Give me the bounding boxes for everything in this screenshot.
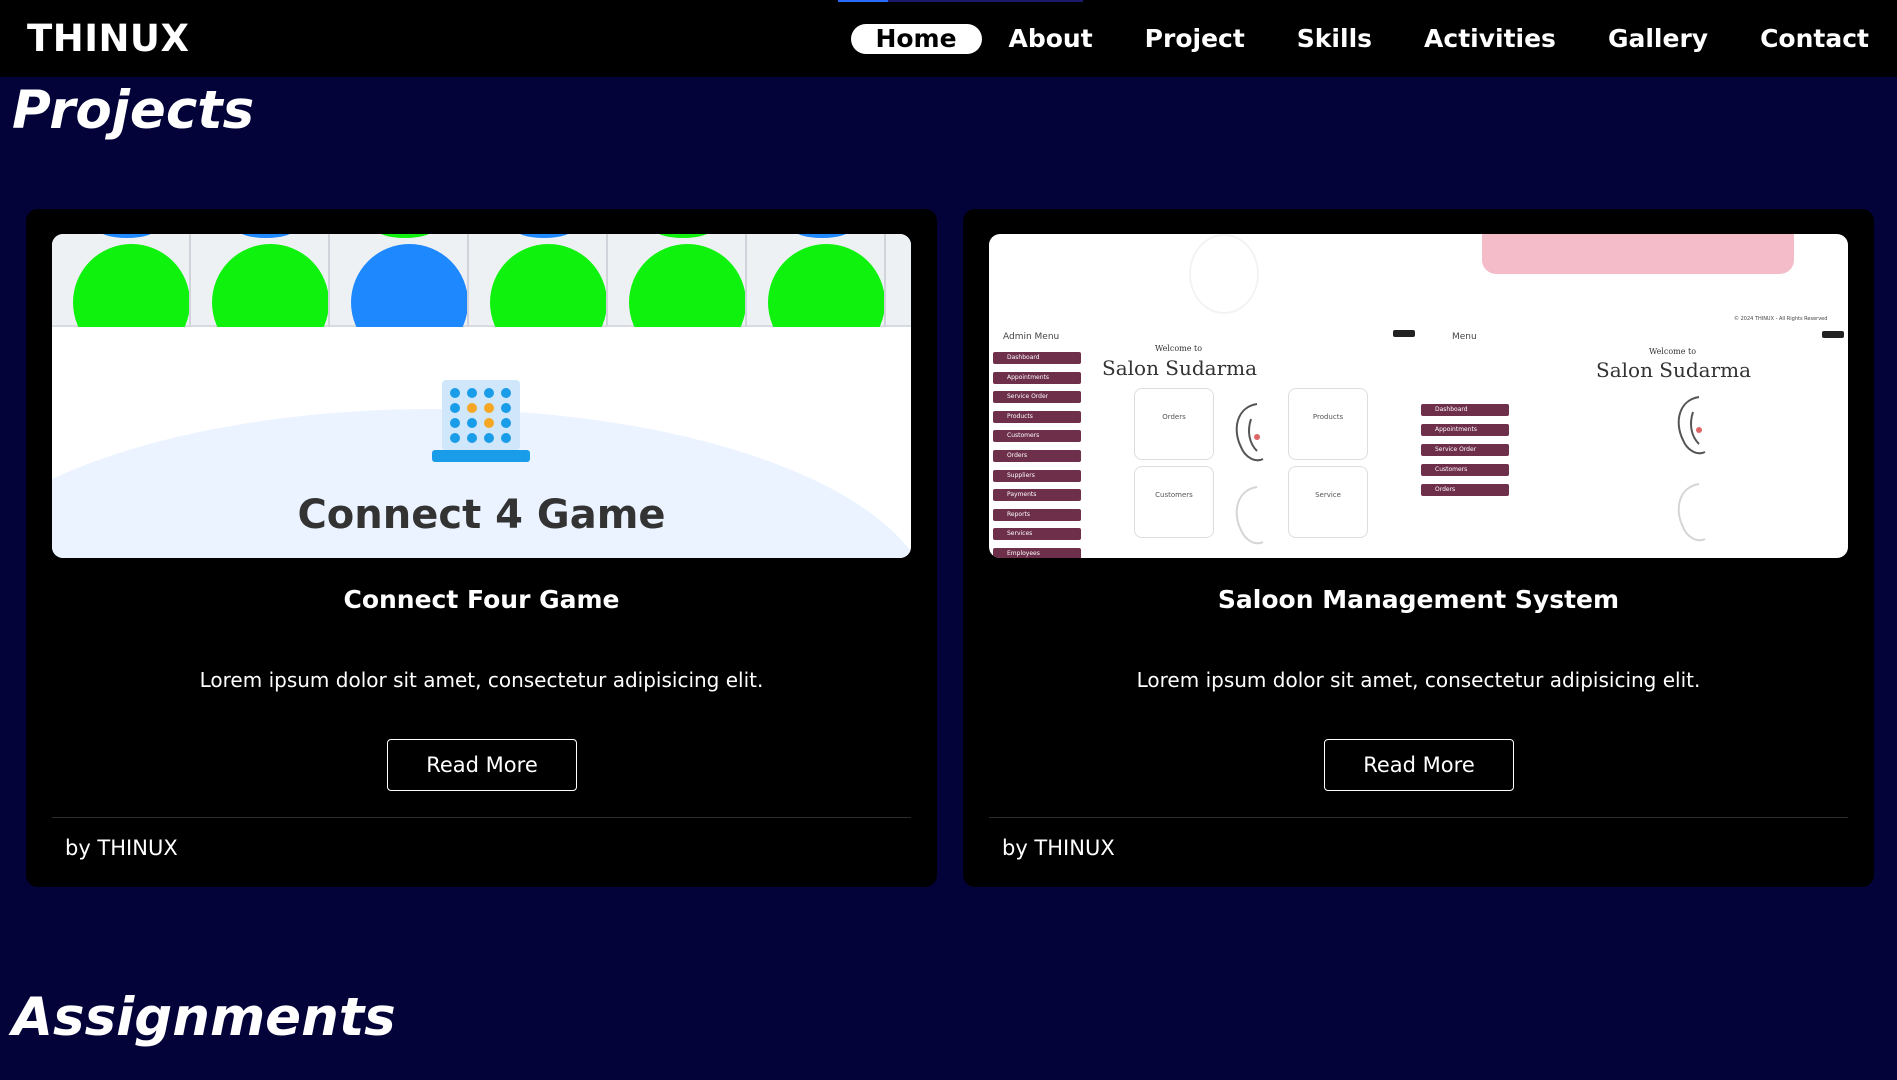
admin-menu-item: Payments — [993, 489, 1081, 502]
user-menu-item: Customers — [1421, 464, 1509, 476]
salon-face-illustration — [1189, 234, 1259, 314]
board-icon-dot — [484, 388, 494, 398]
salon-face-icon-faded — [1235, 486, 1264, 545]
card-divider — [989, 817, 1848, 818]
nav-link-skills[interactable]: Skills — [1297, 22, 1372, 55]
connect-four-board-strip — [52, 234, 911, 327]
nav-links: Home About Project Skills Activities Gal… — [850, 22, 1869, 55]
stat-box: Customers — [1134, 466, 1214, 538]
board-icon-dot — [501, 433, 511, 443]
game-disc — [768, 244, 884, 327]
copyright-text: © 2024 THINUX - All Rights Reserved — [1734, 316, 1828, 322]
logout-button-mini — [1822, 331, 1844, 338]
admin-menu-item: Products — [993, 410, 1081, 423]
nav-link-project[interactable]: Project — [1145, 22, 1245, 55]
board-icon-dot — [467, 388, 477, 398]
connect-four-board-icon — [432, 380, 530, 470]
nav-link-home[interactable]: Home — [850, 23, 982, 54]
salon-face-icon-right-faded — [1677, 483, 1706, 542]
welcome-label-right: Welcome to — [1649, 347, 1697, 356]
nav-link-about[interactable]: About — [1009, 22, 1093, 55]
game-disc-top — [236, 234, 296, 238]
logout-button-mini — [1393, 330, 1415, 337]
nav-accent-bar — [838, 0, 1083, 2]
board-icon-dot — [484, 418, 494, 428]
site-logo[interactable]: THINUX — [27, 17, 190, 60]
game-disc — [490, 244, 606, 327]
board-cell — [191, 234, 330, 327]
admin-menu-label: Admin Menu — [1003, 332, 1060, 342]
salon-name-right: Salon Sudarma — [1596, 358, 1752, 382]
board-icon-dot — [501, 388, 511, 398]
project-title: Connect Four Game — [343, 585, 620, 614]
stat-box: Service — [1288, 466, 1368, 538]
game-disc-top — [792, 234, 852, 238]
nav-link-activities[interactable]: Activities — [1424, 22, 1556, 55]
nav-link-contact[interactable]: Contact — [1760, 22, 1869, 55]
board-cell — [747, 234, 886, 327]
salon-name-left: Salon Sudarma — [1102, 356, 1258, 380]
board-icon-dot — [450, 403, 460, 413]
read-more-button[interactable]: Read More — [1324, 739, 1514, 791]
board-icon-dot — [450, 418, 460, 428]
saloon-thumbnail[interactable]: Admin Menu Menu © 2024 THINUX - All Righ… — [989, 234, 1848, 558]
game-disc — [212, 244, 328, 327]
connect-four-caption: Connect 4 Game — [297, 492, 666, 538]
board-icon-dot — [467, 403, 477, 413]
game-disc-top — [97, 234, 157, 238]
board-icon-dot — [450, 388, 460, 398]
admin-menu-item: Appointments — [993, 371, 1081, 384]
project-card-saloon: Admin Menu Menu © 2024 THINUX - All Righ… — [963, 209, 1874, 887]
board-cell — [52, 234, 191, 327]
board-cell — [330, 234, 469, 327]
assignments-heading: Assignments — [12, 987, 396, 1048]
board-icon-dot — [467, 433, 477, 443]
project-title: Saloon Management System — [1217, 585, 1620, 614]
admin-menu-item: Service Order — [993, 391, 1081, 404]
user-menu-item: Appointments — [1421, 424, 1509, 436]
board-icon-dot — [501, 403, 511, 413]
admin-menu-item: Customers — [993, 430, 1081, 443]
user-menu-item: Service Order — [1421, 444, 1509, 456]
welcome-label-left: Welcome to — [1155, 344, 1203, 353]
connect-four-thumbnail[interactable]: Connect 4 Game — [52, 234, 911, 558]
navbar: THINUX Home About Project Skills Activit… — [0, 0, 1897, 77]
game-disc-top — [514, 234, 574, 238]
salon-face-icon-right — [1677, 396, 1706, 455]
project-author: by THINUX — [1002, 836, 1115, 860]
stat-box: Orders — [1134, 388, 1214, 460]
projects-heading: Projects — [12, 80, 255, 141]
board-icon-dot — [484, 403, 494, 413]
board-icon-dot — [501, 418, 511, 428]
menu-label: Menu — [1452, 332, 1477, 342]
card-divider — [52, 817, 911, 818]
nav-link-gallery[interactable]: Gallery — [1608, 22, 1708, 55]
game-disc — [629, 244, 745, 327]
admin-menu-item: Dashboard — [993, 352, 1081, 364]
admin-menu-item: Reports — [993, 508, 1081, 521]
board-cell — [608, 234, 747, 327]
board-icon-dot — [450, 433, 460, 443]
user-menu-item: Orders — [1421, 484, 1509, 496]
project-description: Lorem ipsum dolor sit amet, consectetur … — [199, 668, 764, 692]
board-cell — [469, 234, 608, 327]
admin-menu-item: Employees — [993, 548, 1081, 558]
stat-box: Products — [1288, 388, 1368, 460]
game-disc-top — [375, 234, 435, 238]
salon-pink-banner — [1482, 234, 1794, 274]
admin-menu-item: Orders — [993, 450, 1081, 462]
read-more-button[interactable]: Read More — [387, 739, 577, 791]
project-card-connect-four: Connect 4 Game Connect Four Game Lorem i… — [26, 209, 937, 887]
project-author: by THINUX — [65, 836, 178, 860]
admin-menu-item: Suppliers — [993, 469, 1081, 482]
game-disc — [73, 244, 189, 327]
salon-face-icon — [1235, 403, 1264, 462]
project-description: Lorem ipsum dolor sit amet, consectetur … — [1136, 668, 1701, 692]
game-disc-top — [653, 234, 713, 238]
admin-menu-item: Services — [993, 528, 1081, 541]
user-menu-item: Dashboard — [1421, 404, 1509, 416]
board-icon-dot — [484, 433, 494, 443]
board-icon-dot — [467, 418, 477, 428]
game-disc — [351, 244, 467, 327]
